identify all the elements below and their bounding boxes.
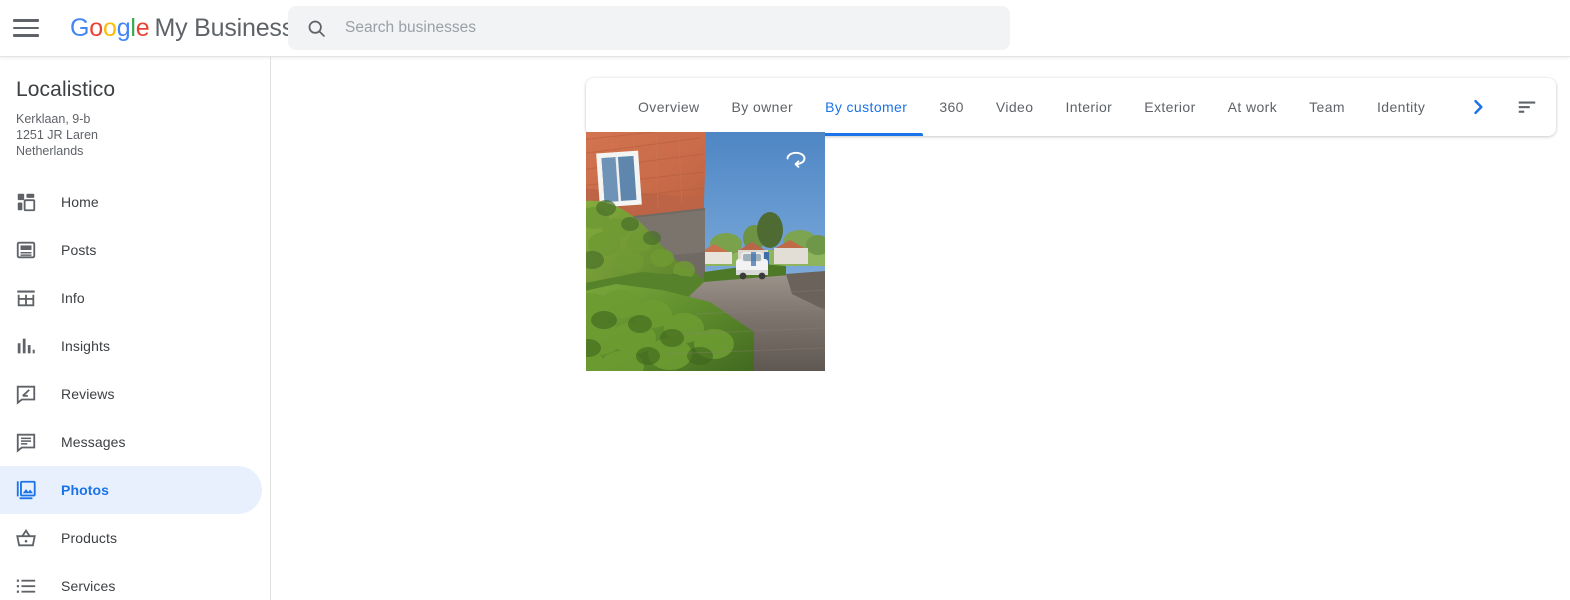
- tab-interior[interactable]: Interior: [1049, 78, 1128, 136]
- logo-letter-o2: o: [102, 13, 117, 42]
- tab-identity[interactable]: Identity: [1361, 78, 1441, 136]
- business-address: Kerklaan, 9-b 1251 JR Laren Netherlands: [16, 111, 270, 159]
- basket-icon: [16, 529, 36, 547]
- tab-video[interactable]: Video: [980, 78, 1050, 136]
- hamburger-bar: [13, 26, 39, 30]
- sidebar-item-photos[interactable]: Photos: [0, 466, 262, 514]
- tab-by-owner[interactable]: By owner: [716, 78, 810, 136]
- photo-thumbnail-street-view: [586, 132, 825, 371]
- address-line-2: 1251 JR Laren: [16, 128, 99, 142]
- dashboard-icon: [17, 193, 36, 212]
- sidebar-item-reviews[interactable]: Reviews: [0, 370, 262, 418]
- review-icon: [16, 385, 36, 405]
- sidebar-item-label: Products: [61, 530, 118, 546]
- app-header: Google My Business: [0, 0, 1570, 57]
- search-icon: [308, 20, 325, 37]
- main-content: Overview By owner By customer 360 Video …: [271, 57, 1570, 600]
- search-bar[interactable]: [288, 6, 1010, 50]
- logo-letter-g: g: [116, 13, 131, 42]
- sidebar-item-insights[interactable]: Insights: [0, 322, 262, 370]
- logo-letter-o1: o: [89, 13, 103, 42]
- brand-logo[interactable]: Google My Business: [70, 13, 294, 42]
- brand-suffix: My Business: [154, 13, 294, 42]
- sidebar-item-info[interactable]: Info: [0, 274, 262, 322]
- logo-letter-e: e: [135, 13, 150, 42]
- bar-chart-icon: [17, 338, 35, 354]
- sidebar-item-label: Services: [61, 578, 116, 594]
- sidebar-item-label: Insights: [61, 338, 111, 354]
- tab-by-customer[interactable]: By customer: [809, 78, 924, 136]
- logo-letter-G: G: [70, 13, 90, 42]
- sort-icon[interactable]: [1498, 78, 1556, 136]
- photo-category-tabs-card: Overview By owner By customer 360 Video …: [586, 78, 1556, 136]
- tab-team[interactable]: Team: [1293, 78, 1361, 136]
- sidebar: Localistico Kerklaan, 9-b 1251 JR Laren …: [0, 57, 271, 600]
- chevron-right-icon[interactable]: [1458, 78, 1498, 136]
- hamburger-bar: [13, 34, 39, 37]
- list-icon: [16, 579, 36, 593]
- hamburger-bar: [13, 19, 39, 22]
- sidebar-item-label: Info: [61, 290, 85, 306]
- sidebar-item-label: Photos: [61, 482, 110, 498]
- tab-360[interactable]: 360: [923, 78, 980, 136]
- sort-glyph: [1518, 101, 1536, 113]
- sidebar-item-label: Reviews: [61, 386, 115, 402]
- chevron-right-glyph: [1474, 99, 1483, 115]
- tab-exterior[interactable]: Exterior: [1128, 78, 1211, 136]
- business-summary: Localistico Kerklaan, 9-b 1251 JR Laren …: [0, 57, 270, 159]
- sidebar-item-home[interactable]: Home: [0, 178, 262, 226]
- photo-library-icon: [16, 480, 36, 500]
- message-icon: [16, 433, 36, 453]
- address-line-1: Kerklaan, 9-b: [16, 112, 91, 126]
- post-icon: [16, 241, 36, 259]
- photo-grid: [586, 132, 825, 371]
- sidebar-item-label: Posts: [61, 242, 97, 258]
- tab-at-work[interactable]: At work: [1212, 78, 1293, 136]
- sidebar-item-label: Messages: [61, 434, 126, 450]
- tabs-strip: Overview By owner By customer 360 Video …: [586, 78, 1458, 136]
- business-name: Localistico: [16, 78, 116, 101]
- address-line-3: Netherlands: [16, 144, 84, 158]
- sidebar-item-products[interactable]: Products: [0, 514, 262, 562]
- sidebar-item-posts[interactable]: Posts: [0, 226, 262, 274]
- tab-overview[interactable]: Overview: [622, 78, 716, 136]
- search-input[interactable]: [345, 19, 985, 37]
- photo-tile[interactable]: [586, 132, 825, 371]
- hamburger-menu-icon[interactable]: [13, 15, 39, 41]
- sidebar-item-services[interactable]: Services: [0, 562, 262, 600]
- sidebar-item-label: Home: [61, 194, 99, 210]
- sidebar-item-messages[interactable]: Messages: [0, 418, 262, 466]
- storefront-icon: [17, 290, 35, 307]
- sidebar-nav: Home Posts Info Insights Reviews Message…: [0, 178, 270, 600]
